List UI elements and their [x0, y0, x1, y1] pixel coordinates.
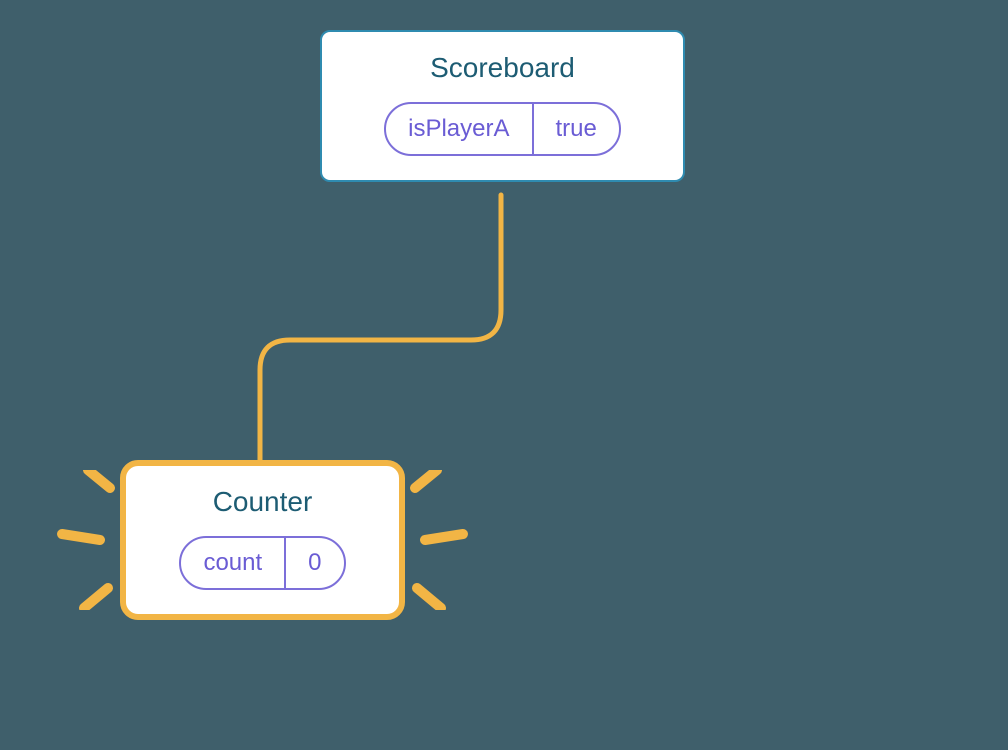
node-counter: Counter count 0 — [120, 460, 405, 620]
state-pill-isplayera: isPlayerA true — [384, 102, 621, 156]
diagram-canvas: Scoreboard isPlayerA true Counter count … — [0, 0, 1008, 750]
state-pill-count: count 0 — [179, 536, 345, 590]
node-scoreboard: Scoreboard isPlayerA true — [320, 30, 685, 182]
node-title: Counter — [213, 486, 313, 518]
state-value: 0 — [284, 538, 343, 588]
sparkle-left-icon — [50, 470, 120, 610]
state-key: count — [181, 538, 284, 588]
sparkle-right-icon — [405, 470, 475, 610]
node-title: Scoreboard — [430, 52, 575, 84]
state-value: true — [532, 104, 619, 154]
state-key: isPlayerA — [386, 104, 531, 154]
